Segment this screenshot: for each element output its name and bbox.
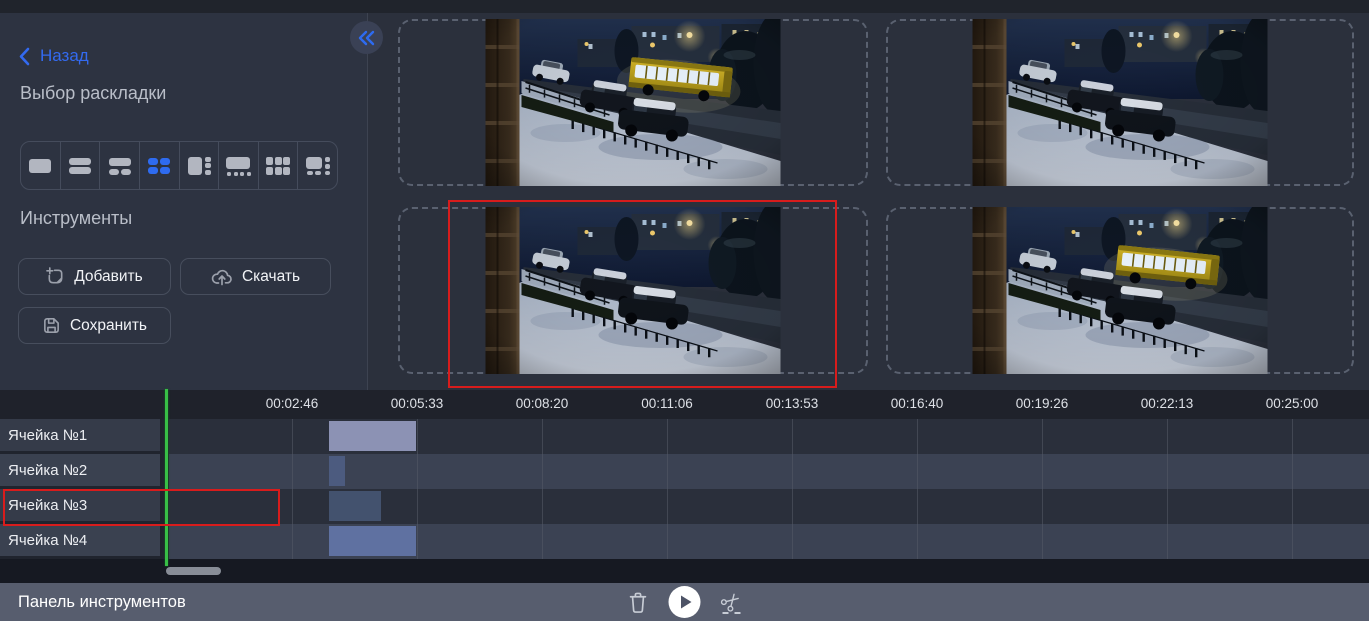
layout-option-one-plus-row-bottom[interactable] [218, 142, 258, 189]
clip-bar-2[interactable] [329, 456, 345, 486]
ruler-label: 00:16:40 [891, 396, 944, 411]
play-button[interactable] [668, 586, 700, 618]
delete-button[interactable] [627, 590, 648, 614]
sidebar-divider [367, 13, 368, 390]
timeline-track-3[interactable] [160, 489, 1369, 524]
ruler-label: 00:11:06 [641, 396, 693, 411]
app-root: Назад Выбор раскладки [0, 0, 1369, 621]
timeline-row-1: Ячейка №1 [0, 419, 1369, 454]
row-label-text: Ячейка №1 [8, 427, 87, 444]
timeline-scroll-area [0, 559, 1369, 583]
layout-option-grid-2x2[interactable] [139, 142, 179, 189]
scissors-icon [720, 591, 742, 614]
row-label-cell-3[interactable]: Ячейка №3 [0, 489, 160, 524]
window-top-strip [0, 0, 1369, 13]
timeline-row-4: Ячейка №4 [0, 524, 1369, 559]
bottom-toolbar: Панель инструментов [0, 583, 1369, 621]
layout-option-one-plus-two[interactable] [99, 142, 139, 189]
camera-frame-1 [486, 19, 781, 186]
cut-button[interactable] [720, 591, 742, 614]
camera-cell-3[interactable] [398, 207, 868, 374]
download-button[interactable]: Скачать [180, 258, 331, 295]
save-button[interactable]: Сохранить [18, 307, 171, 344]
ruler-label: 00:13:53 [766, 396, 819, 411]
clip-bar-1[interactable] [329, 421, 416, 451]
ruler-label: 00:25:00 [1266, 396, 1319, 411]
timeline-row-3: Ячейка №3 [0, 489, 1369, 524]
ruler-label: 00:05:33 [391, 396, 444, 411]
add-label: Добавить [74, 268, 143, 286]
playhead[interactable] [165, 389, 168, 566]
floppy-disk-icon [42, 316, 61, 335]
timeline-ruler[interactable]: 00:02:46 00:05:33 00:08:20 00:11:06 00:13:53… [0, 390, 1369, 419]
layout-option-grid-3x2[interactable] [258, 142, 298, 189]
camera-cell-4[interactable] [886, 207, 1354, 374]
sidebar: Назад Выбор раскладки [0, 13, 367, 390]
collapse-sidebar-button[interactable] [350, 21, 383, 54]
camera-cell-2[interactable] [886, 19, 1354, 186]
layout-selector [20, 141, 338, 190]
ruler-label: 00:22:13 [1141, 396, 1194, 411]
camera-cell-1[interactable] [398, 19, 868, 186]
layout-option-mosaic[interactable] [297, 142, 337, 189]
back-button[interactable]: Назад [18, 46, 89, 66]
clip-bar-3[interactable] [329, 491, 381, 521]
ruler-label: 00:02:46 [266, 396, 319, 411]
row-label-text: Ячейка №4 [8, 532, 87, 549]
ruler-label: 00:08:20 [516, 396, 569, 411]
layout-one-plus-three-right-icon [186, 156, 212, 176]
save-label: Сохранить [70, 317, 147, 335]
back-label: Назад [40, 46, 89, 66]
timeline-track-2[interactable] [160, 454, 1369, 489]
row-label-text: Ячейка №3 [8, 497, 87, 514]
timeline-rows: Ячейка №1 Ячейка №2 Ячейка №3 Ячейка №4 [0, 419, 1369, 559]
timeline-row-2: Ячейка №2 [0, 454, 1369, 489]
layout-two-rows-icon [67, 156, 93, 176]
layout-option-two-rows[interactable] [60, 142, 100, 189]
toolbar-icons [627, 583, 742, 621]
row-label-cell-1[interactable]: Ячейка №1 [0, 419, 160, 454]
ruler-label: 00:19:26 [1016, 396, 1069, 411]
layout-option-one-plus-three-right[interactable] [179, 142, 219, 189]
play-icon [668, 586, 700, 618]
timeline-track-1[interactable] [160, 419, 1369, 454]
clip-bar-4[interactable] [329, 526, 416, 556]
cloud-arrow-icon [211, 268, 233, 286]
add-button[interactable]: Добавить [18, 258, 171, 295]
toolbar-title: Панель инструментов [18, 583, 186, 621]
chevrons-left-icon [356, 28, 377, 48]
layout-option-single[interactable] [21, 142, 60, 189]
layout-single-icon [27, 156, 53, 176]
camera-frame-2 [973, 19, 1268, 186]
tools-section-title: Инструменты [20, 208, 132, 229]
camera-frame-3 [486, 207, 781, 374]
timeline-scrollbar[interactable] [166, 567, 221, 575]
row-label-text: Ячейка №2 [8, 462, 87, 479]
layout-grid-2x2-icon [146, 156, 172, 176]
chevron-left-icon [18, 47, 31, 66]
add-clip-icon [46, 267, 65, 286]
layout-section-title: Выбор раскладки [20, 83, 166, 104]
layout-grid-3x2-icon [265, 156, 291, 176]
camera-frame-4 [973, 207, 1268, 374]
timeline-track-4[interactable] [160, 524, 1369, 559]
download-label: Скачать [242, 268, 300, 286]
row-label-cell-4[interactable]: Ячейка №4 [0, 524, 160, 559]
row-label-cell-2[interactable]: Ячейка №2 [0, 454, 160, 489]
layout-mosaic-icon [305, 156, 331, 176]
layout-one-plus-two-icon [107, 156, 133, 176]
trash-icon [627, 590, 648, 614]
layout-one-plus-row-bottom-icon [225, 156, 251, 176]
